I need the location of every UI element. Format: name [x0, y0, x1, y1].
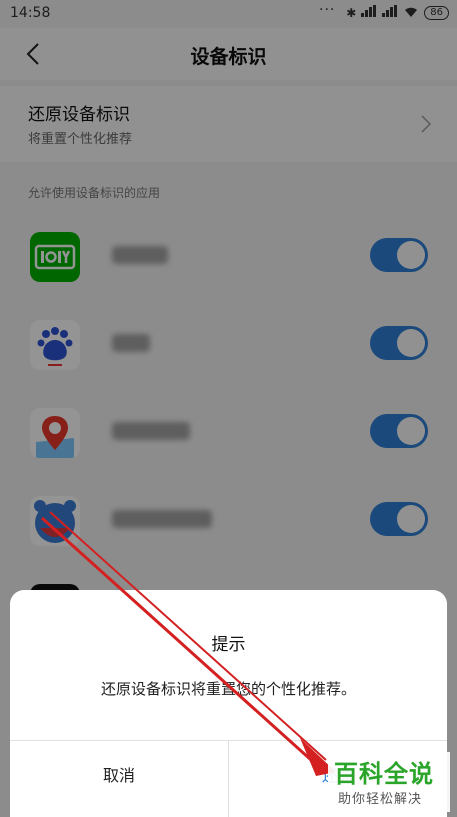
dialog-message: 还原设备标识将重置您的个性化推荐。	[100, 680, 356, 698]
watermark-tagline: 助你轻松解决	[338, 792, 423, 807]
watermark: 百科全说 助你轻松解决	[328, 752, 450, 812]
cancel-button[interactable]: 取消	[10, 741, 228, 807]
watermark-brand: 百科全说	[334, 760, 434, 788]
dialog-title: 提示	[211, 635, 246, 655]
